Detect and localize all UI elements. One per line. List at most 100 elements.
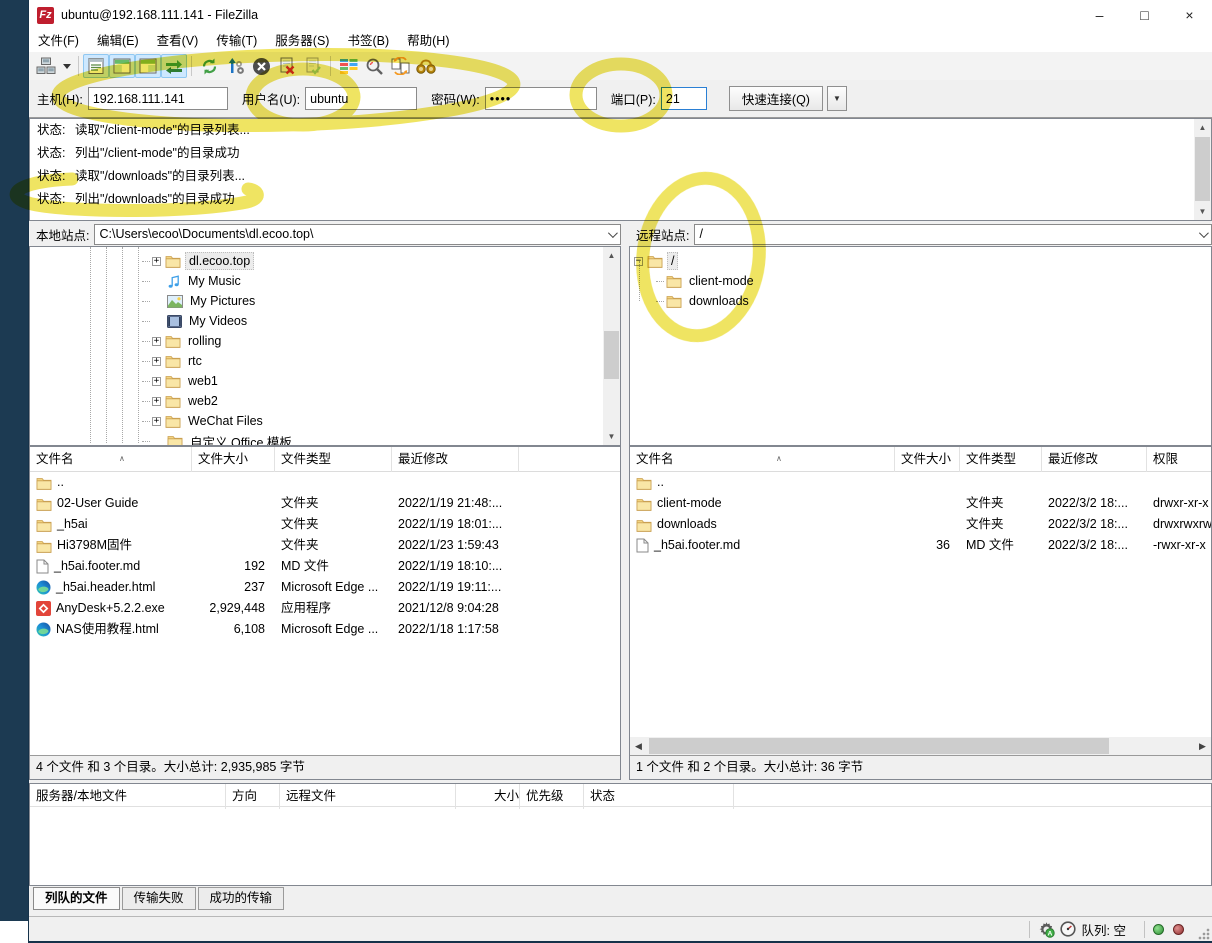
local-tree-item[interactable]: +WeChat Files [142,411,266,431]
filter-button[interactable] [413,54,439,78]
menu-item-0[interactable]: 文件(F) [29,30,88,52]
file-row[interactable]: Hi3798M固件文件夹2022/1/23 1:59:43 [30,535,620,556]
host-input[interactable] [88,87,228,110]
queue-tab-0[interactable]: 列队的文件 [33,887,120,910]
username-input[interactable] [305,87,417,110]
file-row[interactable]: AnyDesk+5.2.2.exe2,929,448应用程序2021/12/8 … [30,598,620,619]
toggle-message-log-button[interactable] [83,54,109,78]
menu-item-1[interactable]: 编辑(E) [88,30,148,52]
scroll-up-icon[interactable]: ▲ [1194,119,1211,136]
log-scrollbar-thumb[interactable] [1195,137,1210,201]
menu-item-2[interactable]: 查看(V) [148,30,208,52]
queue-column-header-0[interactable]: 服务器/本地文件 [30,784,226,809]
column-header-0[interactable]: 文件名∧ [30,447,192,472]
column-header-2[interactable]: 文件类型 [275,447,392,472]
column-header-3[interactable]: 最近修改 [392,447,519,472]
expand-toggle-icon[interactable]: + [152,357,161,366]
local-path-combobox[interactable]: C:\Users\ecoo\Documents\dl.ecoo.top\ [94,224,621,245]
maximize-button[interactable]: □ [1122,0,1167,30]
file-row[interactable]: _h5ai.header.html237Microsoft Edge ...20… [30,577,620,598]
disconnect-button[interactable] [274,54,300,78]
cancel-operation-button[interactable] [248,54,274,78]
column-header-1[interactable]: 文件大小 [895,447,960,472]
expand-toggle-icon[interactable]: + [152,417,161,426]
process-queue-button[interactable] [222,54,248,78]
scroll-up-icon[interactable]: ▲ [603,247,620,264]
speed-limit-gauge-icon[interactable] [1060,921,1076,937]
scroll-left-icon[interactable]: ◀ [630,737,647,755]
queue-tab-2[interactable]: 成功的传输 [198,887,285,910]
file-row[interactable]: _h5ai文件夹2022/1/19 18:01:... [30,514,620,535]
file-row[interactable]: .. [630,472,1211,493]
local-tree-item[interactable]: +web2 [142,391,221,411]
resize-grip[interactable] [1197,927,1210,940]
local-tree-item[interactable]: +rtc [142,351,205,371]
password-input[interactable] [485,87,597,110]
column-header-2[interactable]: 文件类型 [960,447,1042,472]
column-header-0[interactable]: 文件名∧ [630,447,895,472]
menu-item-6[interactable]: 帮助(H) [398,30,458,52]
local-tree-item[interactable]: 自定义 Office 模板 [142,431,295,446]
local-tree-item[interactable]: My Videos [142,311,250,331]
file-row[interactable]: downloads文件夹2022/3/2 18:...drwxrwxrwx [630,514,1211,535]
toggle-remote-tree-button[interactable] [135,54,161,78]
local-tree-scrollbar[interactable]: ▲ ▼ [603,247,620,445]
quickconnect-dropdown-button[interactable]: ▼ [827,86,847,111]
toggle-local-tree-button[interactable] [109,54,135,78]
local-tree-item[interactable]: My Music [142,271,244,291]
remote-scrollbar-thumb[interactable] [649,738,1109,754]
queue-column-header-5[interactable]: 状态 [584,784,734,809]
local-tree-item[interactable]: +rolling [142,331,224,351]
local-tree-item[interactable]: My Pictures [142,291,258,311]
quickconnect-button[interactable]: 快速连接(Q) [729,86,823,111]
chevron-down-icon[interactable] [1199,228,1209,238]
file-row[interactable]: _h5ai.footer.md36MD 文件2022/3/2 18:...-rw… [630,535,1211,556]
port-input[interactable] [661,87,707,110]
refresh-button[interactable] [196,54,222,78]
menu-item-5[interactable]: 书签(B) [338,30,398,52]
local-tree-scrollbar-thumb[interactable] [604,331,619,379]
remote-tree-item[interactable]: client-mode [656,271,757,291]
file-row[interactable]: 02-User Guide文件夹2022/1/19 21:48:... [30,493,620,514]
expand-toggle-icon[interactable]: + [152,397,161,406]
local-tree-item[interactable]: +web1 [142,371,221,391]
synchronized-browsing-button[interactable] [387,54,413,78]
queue-column-header-4[interactable]: 优先级 [520,784,584,809]
tree-connector [142,401,150,402]
remote-path-combobox[interactable]: / [694,224,1212,245]
column-header-3[interactable]: 最近修改 [1042,447,1147,472]
reconnect-button[interactable] [300,54,326,78]
scroll-down-icon[interactable]: ▼ [603,428,620,445]
chevron-down-icon[interactable] [608,228,618,238]
local-tree-item[interactable]: +dl.ecoo.top [142,251,254,271]
remote-horizontal-scrollbar[interactable]: ◀ ▶ [630,737,1211,755]
file-row[interactable]: client-mode文件夹2022/3/2 18:...drwxr-xr-x [630,493,1211,514]
find-files-button[interactable] [361,54,387,78]
expand-toggle-icon[interactable]: + [152,377,161,386]
scroll-down-icon[interactable]: ▼ [1194,203,1211,220]
minimize-button[interactable]: – [1077,0,1122,30]
file-row[interactable]: .. [30,472,620,493]
queue-settings-gear-icon[interactable]: A [1038,921,1055,938]
log-scrollbar[interactable]: ▲ ▼ [1194,119,1211,220]
close-button[interactable]: × [1167,0,1212,30]
queue-tab-1[interactable]: 传输失败 [122,887,196,910]
expand-toggle-icon[interactable]: + [152,257,161,266]
queue-column-header-2[interactable]: 远程文件 [280,784,456,809]
menu-item-3[interactable]: 传输(T) [207,30,266,52]
remote-tree-item[interactable]: downloads [656,291,752,311]
queue-column-header-3[interactable]: 大小 [456,784,520,809]
directory-comparison-button[interactable] [335,54,361,78]
menu-item-4[interactable]: 服务器(S) [266,30,338,52]
column-header-4[interactable]: 权限 [1147,447,1212,472]
scroll-right-icon[interactable]: ▶ [1194,737,1211,755]
site-manager-dropdown-button[interactable] [59,54,74,78]
queue-column-header-1[interactable]: 方向 [226,784,280,809]
remote-tree-item[interactable]: −/ [634,251,678,271]
file-row[interactable]: _h5ai.footer.md192MD 文件2022/1/19 18:10:.… [30,556,620,577]
toggle-transfer-queue-button[interactable] [161,54,187,78]
column-header-1[interactable]: 文件大小 [192,447,275,472]
site-manager-button[interactable] [33,54,59,78]
file-row[interactable]: NAS使用教程.html6,108Microsoft Edge ...2022/… [30,619,620,640]
expand-toggle-icon[interactable]: + [152,337,161,346]
